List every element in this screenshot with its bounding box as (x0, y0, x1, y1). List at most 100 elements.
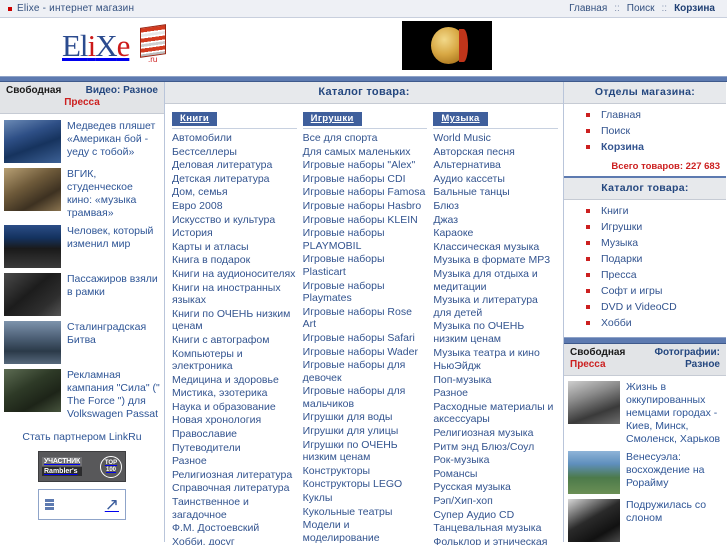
list-item[interactable]: Игрушки для воды (303, 411, 428, 425)
catalog-link[interactable]: Рок-музыка (433, 454, 558, 468)
top-nav-home[interactable]: Главная (569, 3, 607, 14)
list-item[interactable]: Джаз (433, 214, 558, 228)
catalog-link[interactable]: Игровые наборы CDI (303, 173, 428, 187)
catalog-link[interactable]: Для самых маленьких (303, 146, 428, 160)
list-item[interactable]: Супер Аудио CD (433, 509, 558, 523)
list-item[interactable]: Подружилась со слоном (568, 497, 722, 545)
catalog-link[interactable]: Деловая литература (172, 159, 297, 173)
list-item[interactable]: Музыка театра и кино (433, 347, 558, 361)
list-item[interactable]: Конструкторы LEGO (303, 478, 428, 492)
catalog-link[interactable]: Игрушки по ОЧЕНЬ низким ценам (303, 439, 428, 465)
catalog-link[interactable]: Конструкторы LEGO (303, 478, 428, 492)
sidebar-item-hobby[interactable]: Хобби (586, 315, 726, 331)
list-item[interactable]: НьюЭйдж (433, 360, 558, 374)
catalog-link[interactable]: Супер Аудио CD (433, 509, 558, 523)
list-item[interactable]: Поп-музыка (433, 374, 558, 388)
catalog-link[interactable]: Танцевальная музыка (433, 522, 558, 536)
catalog-link[interactable]: Музыка и литература для детей (433, 294, 558, 320)
list-item[interactable]: Детская литература (172, 173, 297, 187)
catalog-link[interactable]: Романсы (433, 468, 558, 482)
list-item[interactable]: Рэп/Хип-хоп (433, 495, 558, 509)
list-item-title[interactable]: Пассажиров взяли в рамки (67, 273, 160, 316)
catalog-link[interactable]: Религиозная литература (172, 469, 297, 483)
list-item-title[interactable]: Человек, который изменил мир (67, 225, 160, 268)
catalog-link[interactable]: Блюз (433, 200, 558, 214)
catalog-link[interactable]: Путеводители (172, 442, 297, 456)
catalog-link[interactable]: Игровые наборы Safari (303, 332, 428, 346)
list-item[interactable]: Игровые наборы Hasbro (303, 200, 428, 214)
rambler-top100-counter[interactable]: УЧАСТНИК Rambler's TOP 100 (38, 451, 126, 482)
list-item[interactable]: Мистика, эзотерика (172, 387, 297, 401)
list-item[interactable]: Религиозная литература (172, 469, 297, 483)
list-item[interactable]: Ритм энд Блюз/Соул (433, 441, 558, 455)
sidebar-item-toys[interactable]: Игрушки (586, 219, 726, 235)
list-item[interactable]: Таинственное и загадочное (172, 496, 297, 522)
list-item[interactable]: Куклы (303, 492, 428, 506)
catalog-link[interactable]: НьюЭйдж (433, 360, 558, 374)
catalog-link[interactable]: Игрушки для улицы (303, 425, 428, 439)
list-item[interactable]: Авторская песня (433, 146, 558, 160)
list-item[interactable]: Романсы (433, 468, 558, 482)
sidebar-item-label[interactable]: Главная (601, 109, 641, 121)
list-item[interactable]: Музыка по ОЧЕНЬ низким ценам (433, 320, 558, 346)
list-item[interactable]: Танцевальная музыка (433, 522, 558, 536)
list-item[interactable]: Книги по ОЧЕНЬ низким ценам (172, 308, 297, 334)
list-item[interactable]: Справочная литература (172, 482, 297, 496)
list-item[interactable]: Книги на иностранных языках (172, 282, 297, 308)
catalog-link[interactable]: Евро 2008 (172, 200, 297, 214)
catalog-link[interactable]: Игровые наборы Rose Art (303, 306, 428, 332)
list-item[interactable]: Рок-музыка (433, 454, 558, 468)
sidebar-item-press[interactable]: Пресса (586, 267, 726, 283)
list-item[interactable]: Разное (433, 387, 558, 401)
catalog-link[interactable]: Игровые наборы Famosa (303, 186, 428, 200)
category-badge-toys[interactable]: Игрушки (302, 112, 362, 126)
catalog-link[interactable]: Аудио кассеты (433, 173, 558, 187)
catalog-link[interactable]: Наука и образование (172, 401, 297, 415)
site-logo[interactable]: EliXe .ru (62, 21, 182, 69)
catalog-link[interactable]: Музыка театра и кино (433, 347, 558, 361)
list-item[interactable]: Бальные танцы (433, 186, 558, 200)
catalog-link[interactable]: Автомобили (172, 132, 297, 146)
catalog-link[interactable]: Дом, семья (172, 186, 297, 200)
sidebar-item-label[interactable]: Подарки (601, 253, 642, 265)
sidebar-item-label[interactable]: Пресса (601, 269, 637, 281)
list-item[interactable]: Книги на аудионосителях (172, 268, 297, 282)
catalog-link[interactable]: Кукольные театры (303, 506, 428, 520)
catalog-link[interactable]: Книги на иностранных языках (172, 282, 297, 308)
catalog-link[interactable]: Бальные танцы (433, 186, 558, 200)
list-item[interactable]: Игровые наборы Wader (303, 346, 428, 360)
catalog-link[interactable]: Игровые наборы PLAYMOBIL (303, 227, 428, 253)
sidebar-item-search[interactable]: Поиск (586, 123, 726, 139)
catalog-link[interactable]: Игровые наборы Plasticart (303, 253, 428, 279)
catalog-link[interactable]: Джаз (433, 214, 558, 228)
list-item[interactable]: Автомобили (172, 132, 297, 146)
list-item-title[interactable]: Венесуэла: восхождение на Рорайму (626, 451, 722, 494)
sidebar-item-cart[interactable]: Корзина (586, 139, 726, 155)
catalog-link[interactable]: Расходные материалы и аксессуары (433, 401, 558, 427)
list-item[interactable]: Медицина и здоровье (172, 374, 297, 388)
list-item[interactable]: Сталинградская Битва (4, 319, 160, 367)
catalog-link[interactable]: Ритм энд Блюз/Соул (433, 441, 558, 455)
catalog-link[interactable]: Разное (172, 455, 297, 469)
list-item[interactable]: Человек, который изменил мир (4, 223, 160, 271)
catalog-link[interactable]: Игровые наборы KLEIN (303, 214, 428, 228)
list-item[interactable]: Книги с автографом (172, 334, 297, 348)
list-item[interactable]: Музыка и литература для детей (433, 294, 558, 320)
list-item[interactable]: Музыка для отдыха и медитации (433, 268, 558, 294)
liveinternet-counter[interactable]: ↗ (38, 489, 126, 520)
list-item[interactable]: Дом, семья (172, 186, 297, 200)
catalog-link[interactable]: Классическая музыка (433, 241, 558, 255)
catalog-link[interactable]: Бестселлеры (172, 146, 297, 160)
list-item[interactable]: Игровые наборы KLEIN (303, 214, 428, 228)
list-item[interactable]: Игровые наборы Famosa (303, 186, 428, 200)
list-item[interactable]: Все для спорта (303, 132, 428, 146)
catalog-link[interactable]: Новая хронология (172, 414, 297, 428)
list-item[interactable]: Евро 2008 (172, 200, 297, 214)
sidebar-item-label[interactable]: DVD и VideoCD (601, 301, 677, 313)
catalog-link[interactable]: Куклы (303, 492, 428, 506)
list-item[interactable]: Классическая музыка (433, 241, 558, 255)
list-item[interactable]: Религиозная музыка (433, 427, 558, 441)
list-item-title[interactable]: Жизнь в оккупированных немцами городах -… (626, 381, 722, 446)
list-item[interactable]: Медведев пляшет «Американ бой - уеду с т… (4, 118, 160, 166)
list-item[interactable]: Карты и атласы (172, 241, 297, 255)
